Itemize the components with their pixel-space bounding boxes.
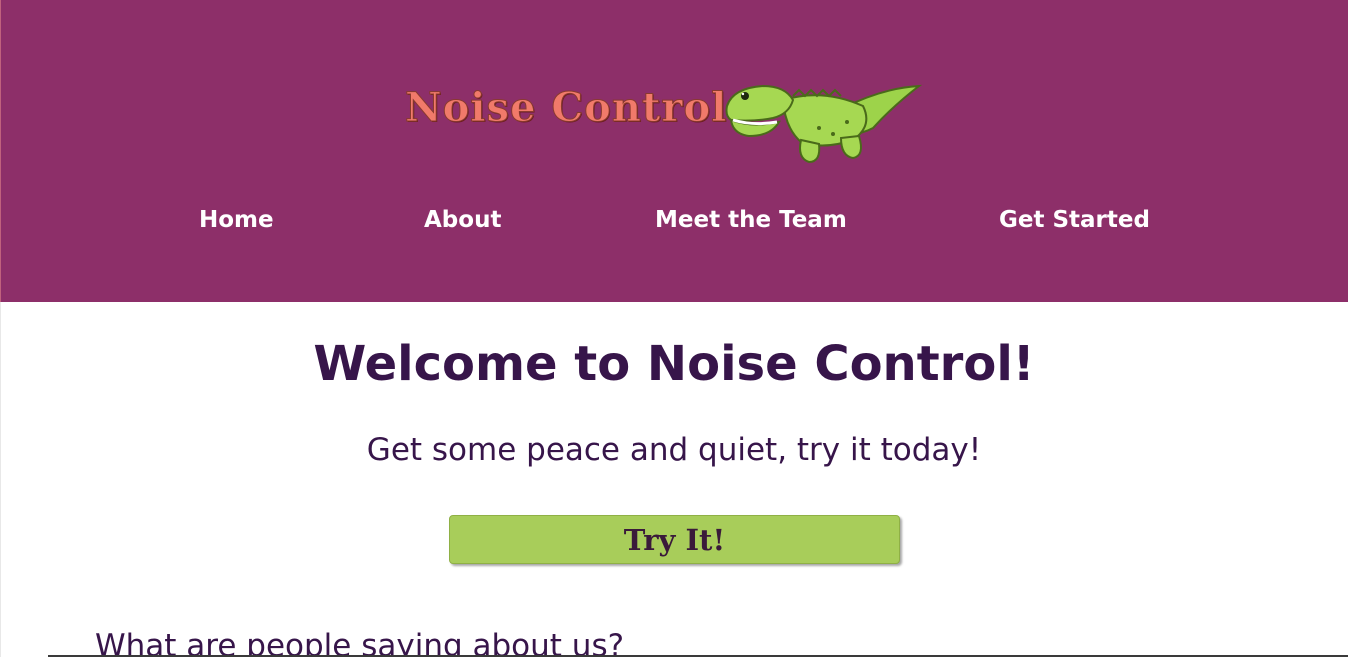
crocodile-icon: [725, 84, 923, 164]
site-header: Noise Control Home About Meet the Team G…: [0, 0, 1348, 302]
hero-subtitle: Get some peace and quiet, try it today!: [366, 432, 982, 468]
nav-home-link[interactable]: Home: [199, 200, 274, 240]
logo-text[interactable]: Noise Control: [404, 84, 727, 132]
hero-title: Welcome to Noise Control!: [313, 336, 1035, 392]
nav-meet-the-team-link[interactable]: Meet the Team: [655, 200, 847, 240]
try-it-button[interactable]: Try It!: [449, 515, 900, 564]
nav-get-started-link[interactable]: Get Started: [999, 200, 1150, 240]
testimonials-heading: What are people saying about us?: [95, 628, 625, 657]
page: Noise Control Home About Meet the Team G…: [0, 0, 1348, 657]
nav-about-link[interactable]: About: [424, 200, 501, 240]
